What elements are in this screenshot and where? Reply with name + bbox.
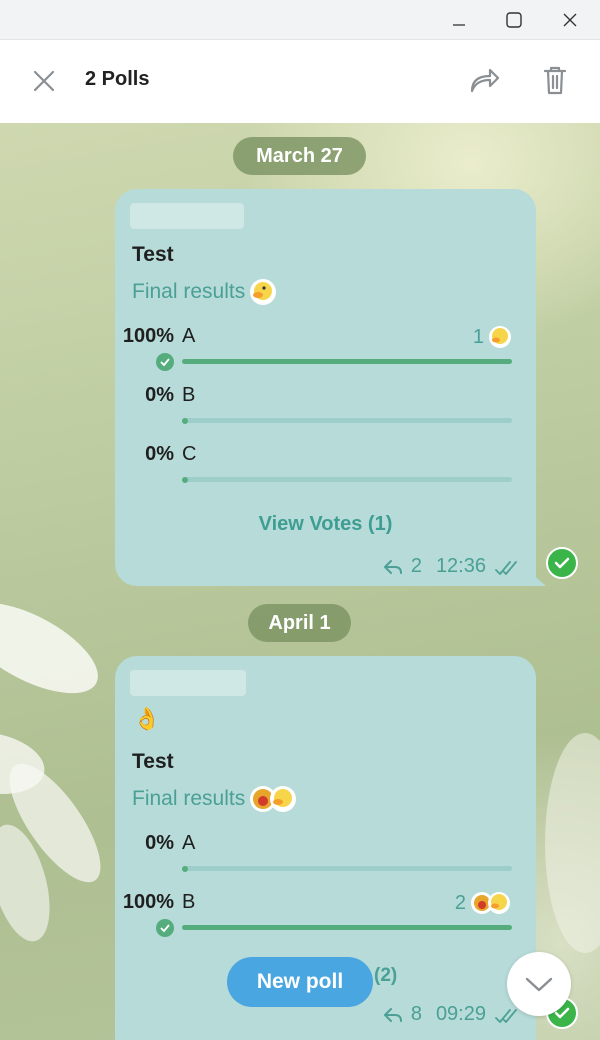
new-poll-button[interactable]: New poll bbox=[227, 957, 373, 1007]
maximize-icon[interactable] bbox=[487, 0, 541, 40]
option-label: B bbox=[182, 384, 196, 406]
poll-question: Test bbox=[132, 243, 174, 266]
sender-name-redacted bbox=[130, 670, 246, 696]
date-label: March 27 bbox=[256, 144, 343, 167]
option-percent: 0% bbox=[145, 384, 174, 406]
poll-message-bubble[interactable]: Test Final results 100% A 1 0% B 0% C Vi… bbox=[115, 189, 536, 586]
date-separator: March 27 bbox=[233, 137, 366, 175]
option-progress-fill bbox=[182, 359, 512, 364]
poll-status: Final results bbox=[132, 278, 277, 306]
option-progress-track bbox=[182, 477, 512, 482]
option-voters: 2 bbox=[455, 891, 512, 915]
sender-name-redacted bbox=[130, 203, 244, 229]
selection-header: 2 Polls bbox=[0, 40, 600, 123]
duck-sticker-icon bbox=[249, 278, 277, 306]
selection-count-title: 2 Polls bbox=[85, 68, 150, 90]
option-percent: 0% bbox=[145, 832, 174, 854]
message-time: 09:29 bbox=[435, 1003, 486, 1025]
date-label: April 1 bbox=[268, 611, 331, 634]
chevron-down-icon bbox=[525, 977, 553, 992]
poll-status-label: Final results bbox=[132, 280, 246, 303]
read-double-check-icon bbox=[495, 560, 517, 575]
chosen-check-icon bbox=[156, 353, 174, 371]
option-vote-count: 2 bbox=[454, 891, 466, 914]
poll-option: 100% A 1 bbox=[115, 325, 536, 385]
trash-icon[interactable] bbox=[539, 62, 571, 98]
poll-option: 0% A bbox=[115, 832, 536, 892]
voter-avatars-icon bbox=[471, 892, 510, 914]
option-progress-dot bbox=[182, 866, 188, 872]
option-percent: 100% bbox=[122, 325, 174, 347]
scroll-down-button[interactable] bbox=[507, 952, 571, 1016]
poll-option: 100% B 2 bbox=[115, 891, 536, 951]
forward-icon[interactable] bbox=[466, 64, 502, 98]
close-icon[interactable] bbox=[543, 0, 597, 40]
close-icon[interactable] bbox=[29, 66, 59, 96]
message-time: 12:36 bbox=[435, 555, 486, 577]
option-vote-count: 1 bbox=[472, 325, 484, 348]
poll-status: Final results bbox=[132, 785, 299, 813]
option-label: A bbox=[182, 325, 196, 347]
minimize-icon[interactable] bbox=[432, 0, 486, 40]
option-label: A bbox=[182, 832, 196, 854]
poll-option: 0% B bbox=[115, 384, 536, 444]
option-progress-track bbox=[182, 418, 512, 423]
poll-question: Test bbox=[132, 750, 174, 773]
reply-icon bbox=[383, 1007, 402, 1022]
message-selected-check-icon[interactable] bbox=[546, 547, 578, 579]
option-progress-dot bbox=[182, 418, 188, 424]
view-votes-count[interactable]: (2) bbox=[374, 965, 397, 987]
window-titlebar bbox=[0, 0, 600, 40]
option-label: B bbox=[182, 891, 196, 913]
poll-status-label: Final results bbox=[132, 787, 246, 810]
message-meta: 8 09:29 bbox=[383, 1003, 522, 1026]
option-label: C bbox=[182, 443, 197, 465]
option-percent: 100% bbox=[122, 891, 174, 913]
option-percent: 0% bbox=[145, 443, 174, 465]
option-progress-dot bbox=[182, 477, 188, 483]
chat-area[interactable]: March 27 Test Final results 100% A 1 0% bbox=[0, 123, 600, 1040]
option-voters: 1 bbox=[473, 325, 512, 349]
reply-count: 8 bbox=[410, 1003, 422, 1025]
duck-avatar-icon bbox=[489, 326, 511, 348]
date-separator: April 1 bbox=[248, 604, 351, 642]
option-progress-track bbox=[182, 866, 512, 871]
option-progress-track bbox=[182, 359, 512, 364]
poll-option: 0% C bbox=[115, 443, 536, 503]
reply-count: 2 bbox=[410, 555, 422, 577]
reply-icon bbox=[383, 559, 402, 574]
ok-hand-emoji: 👌 bbox=[133, 706, 161, 731]
option-progress-track bbox=[182, 925, 512, 930]
chosen-check-icon bbox=[156, 919, 174, 937]
message-meta: 2 12:36 bbox=[383, 555, 522, 578]
view-votes-button[interactable]: View Votes (1) bbox=[115, 513, 536, 536]
option-progress-fill bbox=[182, 925, 512, 930]
duck-stickers-icon bbox=[249, 785, 299, 813]
